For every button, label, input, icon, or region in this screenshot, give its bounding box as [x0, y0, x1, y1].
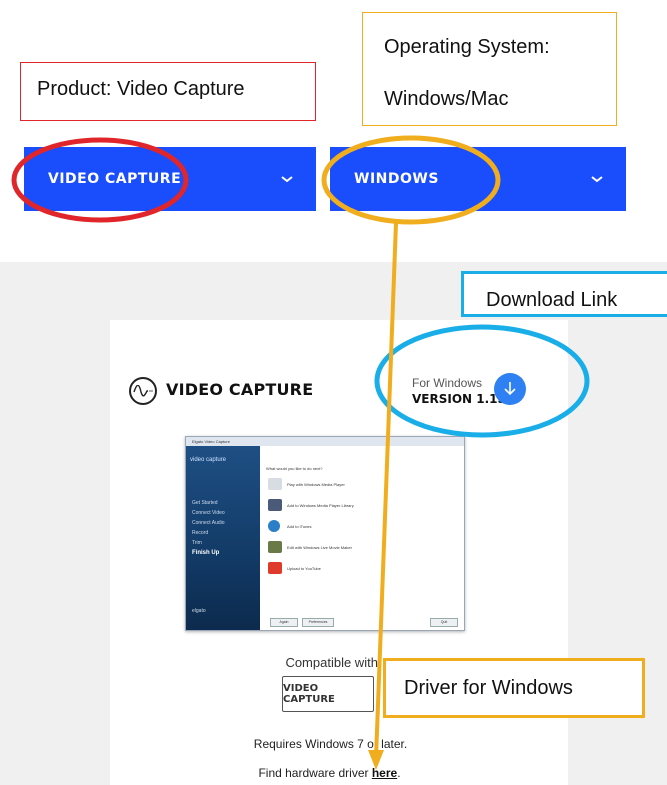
compatible-badge: VIDEO CAPTURE — [282, 676, 374, 712]
magnifier-icon — [268, 478, 282, 490]
app-preferences-button: Preferences — [302, 618, 334, 627]
app-main-area: What would you like to do next? Play wit… — [260, 446, 464, 630]
app-sidebar-item: Trim — [192, 540, 202, 546]
app-option: Add to Windows Media Player Library — [287, 503, 354, 508]
download-arrow-icon — [504, 382, 516, 396]
app-quit-button: Quit — [430, 618, 458, 627]
os-dropdown[interactable]: WINDOWS — [330, 147, 626, 211]
requirements-text: Requires Windows 7 or later. — [253, 737, 408, 751]
youtube-icon — [268, 562, 282, 574]
app-option: Upload to YouTube — [287, 566, 321, 571]
app-again-button: Again — [270, 618, 298, 627]
app-sidebar-item: Connect Audio — [192, 520, 225, 526]
app-option: Add to iTunes — [287, 524, 312, 529]
app-brand: elgato — [192, 608, 206, 614]
version-label: VERSION 1.15 — [412, 392, 506, 406]
chevron-down-icon — [281, 176, 293, 183]
callout-os-line2: Windows/Mac — [384, 88, 509, 110]
callout-operating-system: Operating System: Windows/Mac — [362, 12, 617, 126]
callout-driver: Driver for Windows — [383, 658, 645, 718]
app-question: What would you like to do next? — [266, 466, 323, 471]
chevron-down-icon — [591, 176, 603, 183]
driver-link[interactable]: here — [372, 766, 397, 780]
app-screenshot: Elgato Video Capture video capture Get S… — [185, 436, 465, 631]
callout-product: Product: Video Capture — [20, 62, 316, 121]
product-dropdown[interactable]: VIDEO CAPTURE — [24, 147, 316, 211]
app-sidebar-item: Get Started — [192, 500, 218, 506]
app-logo: video capture — [190, 457, 227, 463]
download-button[interactable] — [494, 373, 526, 405]
driver-text: Find hardware driver here. — [0, 766, 667, 780]
for-windows-label: For Windows — [412, 376, 483, 390]
driver-text-prefix: Find hardware driver — [258, 766, 372, 780]
app-option: Edit with Windows Live Movie Maker — [287, 545, 352, 550]
callout-product-text: Product: Video Capture — [37, 78, 245, 100]
app-sidebar-item: Finish Up — [192, 550, 220, 556]
os-dropdown-label: WINDOWS — [354, 171, 439, 187]
callout-os-line1: Operating System: — [384, 36, 550, 58]
product-dropdown-label: VIDEO CAPTURE — [48, 171, 182, 187]
library-icon — [268, 499, 282, 511]
app-sidebar: video capture Get Started Connect Video … — [186, 446, 260, 630]
movie-maker-icon — [268, 541, 282, 553]
itunes-icon — [268, 520, 280, 532]
app-option: Play with Windows Media Player — [287, 482, 345, 487]
driver-text-suffix: . — [397, 766, 401, 780]
product-title: VIDEO CAPTURE — [166, 380, 314, 399]
app-sidebar-item: Record — [192, 530, 209, 536]
waveform-logo-icon — [129, 377, 157, 405]
callout-driver-text: Driver for Windows — [404, 677, 573, 699]
app-window-title: Elgato Video Capture — [186, 437, 464, 446]
callout-download-link: Download Link — [461, 271, 667, 317]
callout-download-text: Download Link — [486, 289, 618, 311]
app-sidebar-item: Connect Video — [192, 510, 225, 516]
